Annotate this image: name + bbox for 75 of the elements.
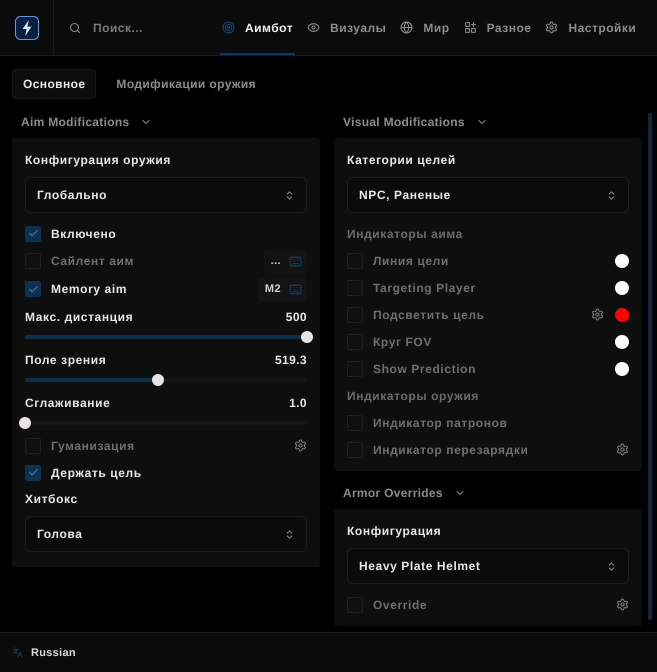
keyboard-icon [289,282,302,296]
chevrons-up-down-icon [606,190,617,200]
settings-icon[interactable] [616,598,629,611]
check-icon [28,228,38,239]
checkbox-label: Включено [51,226,116,240]
color-swatch[interactable] [615,362,629,376]
checkbox[interactable] [25,226,41,242]
slider-label: Поле зрения [25,353,106,367]
keyboard-icon [289,254,302,268]
checkbox[interactable] [25,464,41,480]
check-icon [28,284,38,294]
section-header[interactable]: Armor Overrides [334,484,466,502]
slider-value: 500 [286,310,307,324]
keybind-button[interactable]: ... [264,250,307,272]
slider-label: Макс. дистанция [25,310,134,324]
keybind-button[interactable]: M2 [258,278,307,300]
checkbox-label: Сайлент аим [51,254,134,268]
checkbox-label: Memory aim [51,282,128,296]
checkbox-label: Индикатор перезарядки [373,442,528,456]
checkbox-label: Targeting Player [373,280,476,294]
checkbox[interactable] [25,281,41,297]
slider-thumb[interactable] [152,374,164,386]
select-dropdown[interactable]: NPC, Раненые [347,177,629,213]
color-swatch[interactable] [615,254,629,268]
settings-icon[interactable] [294,439,307,452]
eye-icon [307,21,320,34]
group-label: Индикаторы аима [347,226,463,240]
chevrons-up-down-icon [284,528,295,540]
checkbox-label: Индикатор патронов [373,416,508,430]
settings-icon [545,21,558,34]
nav-tab[interactable]: Мир [398,0,452,55]
chevrons-up-down-icon [606,560,617,572]
slider-value: 1.0 [289,396,307,410]
checkbox-label: Show Prediction [373,362,476,376]
lightning-logo-icon[interactable] [14,16,38,40]
heading: Конфигурация оружия [25,153,171,167]
color-swatch[interactable] [615,308,629,322]
language-button[interactable]: Russian [12,646,76,658]
slider-label: Сглаживание [25,396,110,410]
heading: Хитбокс [25,492,78,506]
group-label: Индикаторы оружия [347,388,479,402]
color-swatch[interactable] [615,334,629,348]
select-dropdown[interactable]: Глобально [25,177,307,213]
section-header[interactable]: Visual Modifications [334,113,488,131]
settings-icon[interactable] [591,308,604,321]
grid-plus-icon [464,21,477,34]
checkbox-label: Держать цель [51,466,142,480]
scrollbar[interactable] [648,113,652,620]
translate-icon [12,647,23,658]
nav-tab[interactable]: Визуалы [305,0,388,55]
chevrons-up-down-icon [284,190,295,200]
checkbox-label: Override [373,598,428,612]
heading: Категории целей [347,153,456,167]
check-icon [28,467,38,478]
globe-icon [400,21,414,34]
checkbox-label: Линия цели [373,254,449,268]
select-dropdown[interactable]: Голова [25,516,307,552]
heading: Конфигурация [347,524,442,538]
slider-thumb[interactable] [301,331,313,343]
slider-thumb[interactable] [19,417,31,429]
sub-tab[interactable]: Основное [12,69,96,99]
nav-tab[interactable]: Разное [462,0,534,55]
target-icon [222,21,235,34]
section-header[interactable]: Aim Modifications [12,113,152,131]
slider-value: 519.3 [274,353,307,367]
sub-tab[interactable]: Модификации оружия [105,69,268,99]
search-icon [69,22,81,34]
settings-icon[interactable] [616,443,629,456]
color-swatch[interactable] [615,280,629,294]
checkbox-label: Гуманизация [51,438,135,452]
checkbox-label: Подсветить цель [373,308,485,322]
checkbox-label: Круг FOV [373,334,432,348]
select-dropdown[interactable]: Heavy Plate Helmet [347,548,629,584]
nav-tab[interactable]: Настройки [543,0,638,55]
search-field[interactable]: Поиск... [93,20,203,34]
